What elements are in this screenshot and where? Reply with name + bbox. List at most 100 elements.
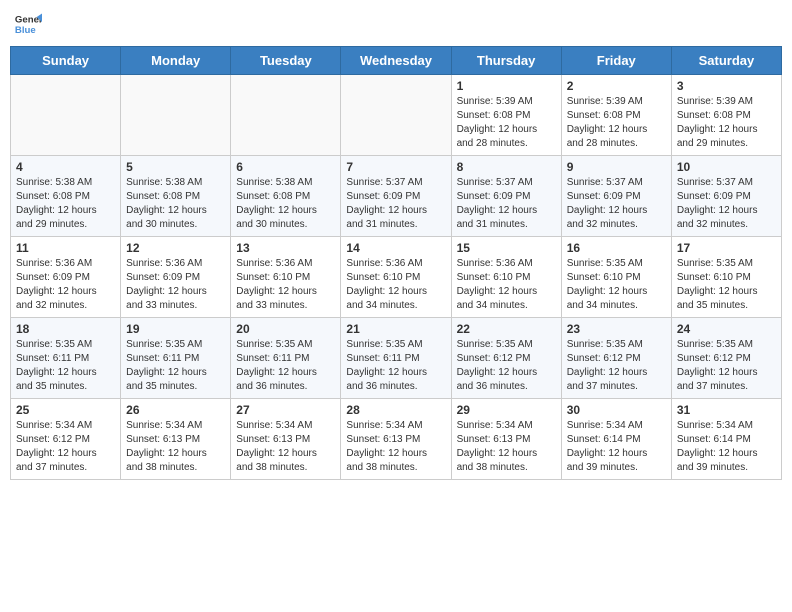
day-info: Sunrise: 5:36 AM Sunset: 6:10 PM Dayligh… <box>236 257 335 313</box>
day-number: 15 <box>457 241 556 255</box>
day-cell: 6 Sunrise: 5:38 AM Sunset: 6:08 PM Daylig… <box>231 156 341 237</box>
day-cell <box>11 75 121 156</box>
day-number: 9 <box>567 160 666 174</box>
day-number: 28 <box>346 403 445 417</box>
day-cell: 21 Sunrise: 5:35 AM Sunset: 6:11 PM Dayli… <box>341 318 451 399</box>
header: General Blue <box>10 10 782 38</box>
day-cell: 28 Sunrise: 5:34 AM Sunset: 6:13 PM Dayli… <box>341 399 451 480</box>
day-number: 11 <box>16 241 115 255</box>
day-info: Sunrise: 5:38 AM Sunset: 6:08 PM Dayligh… <box>236 176 335 232</box>
day-number: 21 <box>346 322 445 336</box>
day-cell: 25 Sunrise: 5:34 AM Sunset: 6:12 PM Dayli… <box>11 399 121 480</box>
week-row-0: 1 Sunrise: 5:39 AM Sunset: 6:08 PM Daylig… <box>11 75 782 156</box>
day-info: Sunrise: 5:36 AM Sunset: 6:10 PM Dayligh… <box>346 257 445 313</box>
day-cell <box>231 75 341 156</box>
day-number: 5 <box>126 160 225 174</box>
day-info: Sunrise: 5:36 AM Sunset: 6:10 PM Dayligh… <box>457 257 556 313</box>
day-cell: 3 Sunrise: 5:39 AM Sunset: 6:08 PM Daylig… <box>671 75 781 156</box>
day-number: 13 <box>236 241 335 255</box>
day-number: 27 <box>236 403 335 417</box>
day-info: Sunrise: 5:38 AM Sunset: 6:08 PM Dayligh… <box>16 176 115 232</box>
day-number: 25 <box>16 403 115 417</box>
day-cell: 5Sunrise: 5:38 AM Sunset: 6:08 PM Daylig… <box>121 156 231 237</box>
day-number: 6 <box>236 160 335 174</box>
day-number: 30 <box>567 403 666 417</box>
day-info: Sunrise: 5:36 AM Sunset: 6:09 PM Dayligh… <box>16 257 115 313</box>
day-number: 22 <box>457 322 556 336</box>
day-cell: 18 Sunrise: 5:35 AM Sunset: 6:11 PM Dayli… <box>11 318 121 399</box>
day-number: 18 <box>16 322 115 336</box>
day-cell: 7 Sunrise: 5:37 AM Sunset: 6:09 PM Daylig… <box>341 156 451 237</box>
svg-text:Blue: Blue <box>15 25 36 36</box>
day-cell: 16Sunrise: 5:35 AM Sunset: 6:10 PM Dayli… <box>561 237 671 318</box>
weekday-header-tuesday: Tuesday <box>231 47 341 75</box>
day-info: Sunrise: 5:37 AM Sunset: 6:09 PM Dayligh… <box>677 176 776 232</box>
day-info: Sunrise: 5:39 AM Sunset: 6:08 PM Dayligh… <box>677 95 776 151</box>
day-cell <box>341 75 451 156</box>
day-number: 12 <box>126 241 225 255</box>
day-cell: 12Sunrise: 5:36 AM Sunset: 6:09 PM Dayli… <box>121 237 231 318</box>
day-info: Sunrise: 5:35 AM Sunset: 6:11 PM Dayligh… <box>16 338 115 394</box>
day-cell: 31 Sunrise: 5:34 AM Sunset: 6:14 PM Dayli… <box>671 399 781 480</box>
day-number: 4 <box>16 160 115 174</box>
day-info: Sunrise: 5:34 AM Sunset: 6:12 PM Dayligh… <box>16 419 115 475</box>
day-number: 3 <box>677 79 776 93</box>
day-number: 20 <box>236 322 335 336</box>
weekday-header-friday: Friday <box>561 47 671 75</box>
day-number: 31 <box>677 403 776 417</box>
day-number: 19 <box>126 322 225 336</box>
day-cell: 13 Sunrise: 5:36 AM Sunset: 6:10 PM Dayli… <box>231 237 341 318</box>
weekday-header-thursday: Thursday <box>451 47 561 75</box>
day-cell: 2Sunrise: 5:39 AM Sunset: 6:08 PM Daylig… <box>561 75 671 156</box>
day-info: Sunrise: 5:35 AM Sunset: 6:12 PM Dayligh… <box>677 338 776 394</box>
day-info: Sunrise: 5:34 AM Sunset: 6:13 PM Dayligh… <box>346 419 445 475</box>
day-cell: 1 Sunrise: 5:39 AM Sunset: 6:08 PM Daylig… <box>451 75 561 156</box>
logo: General Blue <box>14 10 46 38</box>
day-number: 8 <box>457 160 556 174</box>
day-cell: 29Sunrise: 5:34 AM Sunset: 6:13 PM Dayli… <box>451 399 561 480</box>
day-info: Sunrise: 5:34 AM Sunset: 6:14 PM Dayligh… <box>567 419 666 475</box>
day-info: Sunrise: 5:35 AM Sunset: 6:12 PM Dayligh… <box>457 338 556 394</box>
day-info: Sunrise: 5:37 AM Sunset: 6:09 PM Dayligh… <box>567 176 666 232</box>
day-number: 7 <box>346 160 445 174</box>
day-cell: 27Sunrise: 5:34 AM Sunset: 6:13 PM Dayli… <box>231 399 341 480</box>
day-cell: 19 Sunrise: 5:35 AM Sunset: 6:11 PM Dayli… <box>121 318 231 399</box>
week-row-3: 18 Sunrise: 5:35 AM Sunset: 6:11 PM Dayli… <box>11 318 782 399</box>
day-info: Sunrise: 5:35 AM Sunset: 6:10 PM Dayligh… <box>567 257 666 313</box>
weekday-header-row: SundayMondayTuesdayWednesdayThursdayFrid… <box>11 47 782 75</box>
day-cell: 8 Sunrise: 5:37 AM Sunset: 6:09 PM Daylig… <box>451 156 561 237</box>
logo-icon: General Blue <box>14 10 42 38</box>
day-info: Sunrise: 5:39 AM Sunset: 6:08 PM Dayligh… <box>567 95 666 151</box>
day-info: Sunrise: 5:37 AM Sunset: 6:09 PM Dayligh… <box>346 176 445 232</box>
day-number: 29 <box>457 403 556 417</box>
day-cell: 22 Sunrise: 5:35 AM Sunset: 6:12 PM Dayli… <box>451 318 561 399</box>
day-info: Sunrise: 5:35 AM Sunset: 6:11 PM Dayligh… <box>126 338 225 394</box>
day-info: Sunrise: 5:35 AM Sunset: 6:11 PM Dayligh… <box>346 338 445 394</box>
day-cell <box>121 75 231 156</box>
day-number: 24 <box>677 322 776 336</box>
day-cell: 26Sunrise: 5:34 AM Sunset: 6:13 PM Dayli… <box>121 399 231 480</box>
day-cell: 30 Sunrise: 5:34 AM Sunset: 6:14 PM Dayli… <box>561 399 671 480</box>
day-number: 10 <box>677 160 776 174</box>
weekday-header-wednesday: Wednesday <box>341 47 451 75</box>
day-number: 17 <box>677 241 776 255</box>
weekday-header-sunday: Sunday <box>11 47 121 75</box>
day-info: Sunrise: 5:37 AM Sunset: 6:09 PM Dayligh… <box>457 176 556 232</box>
week-row-4: 25 Sunrise: 5:34 AM Sunset: 6:12 PM Dayli… <box>11 399 782 480</box>
week-row-1: 4 Sunrise: 5:38 AM Sunset: 6:08 PM Daylig… <box>11 156 782 237</box>
day-number: 1 <box>457 79 556 93</box>
day-number: 26 <box>126 403 225 417</box>
day-info: Sunrise: 5:34 AM Sunset: 6:14 PM Dayligh… <box>677 419 776 475</box>
day-number: 14 <box>346 241 445 255</box>
weekday-header-monday: Monday <box>121 47 231 75</box>
day-cell: 9 Sunrise: 5:37 AM Sunset: 6:09 PM Daylig… <box>561 156 671 237</box>
week-row-2: 11 Sunrise: 5:36 AM Sunset: 6:09 PM Dayli… <box>11 237 782 318</box>
day-number: 23 <box>567 322 666 336</box>
day-cell: 11 Sunrise: 5:36 AM Sunset: 6:09 PM Dayli… <box>11 237 121 318</box>
day-info: Sunrise: 5:35 AM Sunset: 6:10 PM Dayligh… <box>677 257 776 313</box>
day-cell: 24 Sunrise: 5:35 AM Sunset: 6:12 PM Dayli… <box>671 318 781 399</box>
day-cell: 4 Sunrise: 5:38 AM Sunset: 6:08 PM Daylig… <box>11 156 121 237</box>
calendar: SundayMondayTuesdayWednesdayThursdayFrid… <box>10 46 782 480</box>
day-info: Sunrise: 5:39 AM Sunset: 6:08 PM Dayligh… <box>457 95 556 151</box>
day-info: Sunrise: 5:35 AM Sunset: 6:12 PM Dayligh… <box>567 338 666 394</box>
